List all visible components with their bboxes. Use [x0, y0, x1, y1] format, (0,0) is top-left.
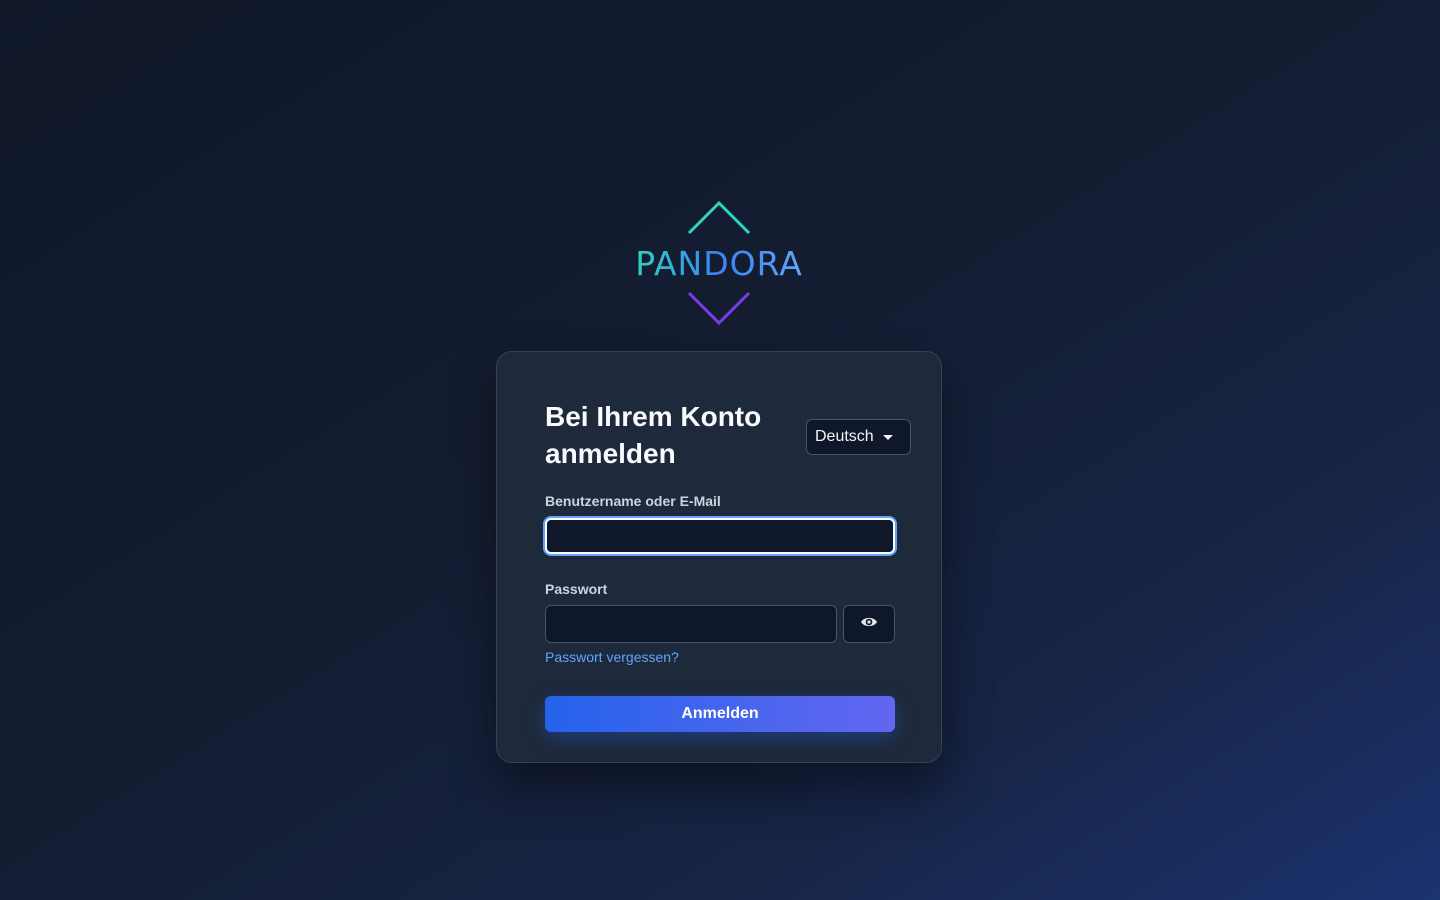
- show-password-button[interactable]: [843, 605, 895, 643]
- language-select[interactable]: Deutsch: [806, 419, 911, 455]
- eye-icon: [860, 615, 878, 633]
- pandora-logo: PANDORA: [630, 200, 810, 328]
- logo-chevron-up: [687, 200, 751, 235]
- forgot-password-link[interactable]: Passwort vergessen?: [545, 649, 679, 665]
- login-card: Bei Ihrem Konto anmelden Deutsch Benutze…: [496, 351, 942, 763]
- page-title: Bei Ihrem Konto anmelden: [545, 401, 762, 469]
- caret-down-icon: [882, 434, 893, 440]
- logo-wordmark: PANDORA: [635, 244, 803, 283]
- password-label: Passwort: [545, 581, 608, 597]
- username-label: Benutzername oder E-Mail: [545, 493, 721, 509]
- username-input[interactable]: [545, 518, 895, 554]
- logo-chevron-down: [687, 291, 751, 326]
- password-input[interactable]: [545, 605, 837, 643]
- language-selected-label: Deutsch: [815, 428, 874, 445]
- login-button[interactable]: Anmelden: [545, 696, 895, 732]
